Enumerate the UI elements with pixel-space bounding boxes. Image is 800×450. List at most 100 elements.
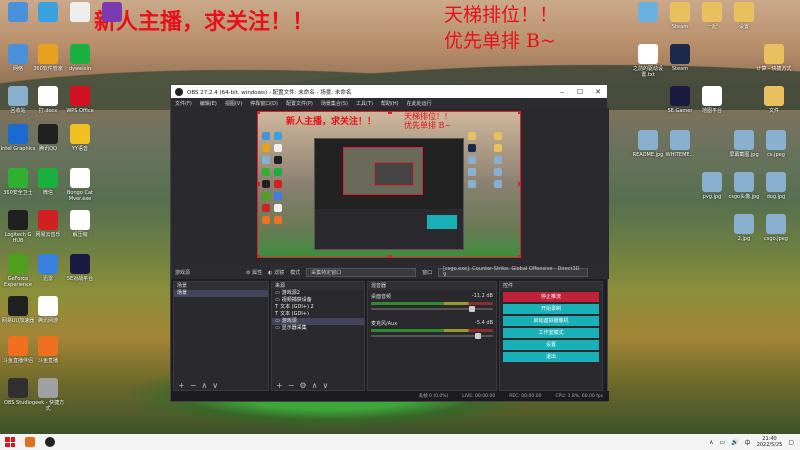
menu-run-here[interactable]: 在此处运行 xyxy=(407,100,432,107)
add-icon[interactable]: + xyxy=(276,381,283,390)
close-icon[interactable]: ✕ xyxy=(589,88,607,96)
source-item[interactable]: ▭ 显示器采集 xyxy=(272,325,364,332)
desktop-icon[interactable]: 计算 - 快捷方式 xyxy=(756,44,792,72)
stream-preview[interactable]: 新人主播，求关注！！ 天梯排位！！ 优先单排 B~ xyxy=(257,111,521,258)
desktop-icon[interactable]: README.jpg xyxy=(630,130,666,158)
desktop-icon[interactable]: 设置 xyxy=(726,2,762,30)
remove-icon[interactable]: − xyxy=(190,381,197,390)
minimize-icon[interactable]: – xyxy=(553,88,571,96)
desktop-icon[interactable]: 微信 xyxy=(30,168,66,196)
menu-view[interactable]: 视图(V) xyxy=(225,100,242,107)
menu-scene-collection[interactable]: 场景集合(S) xyxy=(321,100,348,107)
volume-slider[interactable] xyxy=(371,333,493,339)
source-item[interactable]: T 文本 (GDI+) 2 xyxy=(272,304,364,311)
taskbar-obs-icon[interactable] xyxy=(45,437,55,447)
desktop-icon[interactable]: 腾讯网游 xyxy=(30,296,66,324)
source-item[interactable]: T 文本 (GDI+) xyxy=(272,311,364,318)
menu-edit[interactable]: 编辑(E) xyxy=(200,100,217,107)
desktop-icon[interactable]: 5E对战平台 xyxy=(62,254,98,282)
clock[interactable]: 21:40 2022/5/25 xyxy=(757,436,783,448)
source-item[interactable]: ▭ 游戏源2 xyxy=(272,290,364,297)
up-icon[interactable]: ∧ xyxy=(312,381,318,390)
desktop-icon[interactable]: 地图平台 xyxy=(694,86,730,114)
volume-icon[interactable]: 🔊 xyxy=(731,439,738,446)
desktop-icon[interactable]: geek - 快捷方式 xyxy=(30,378,66,412)
virtual-camera-button[interactable]: 启动虚拟摄像机 xyxy=(503,316,599,326)
obs-titlebar[interactable]: OBS 27.2.4 (64-bit, windows) - 配置文件: 未命名… xyxy=(171,85,607,98)
desktop-icon[interactable]: 打.docx xyxy=(30,86,66,114)
menu-help[interactable]: 帮助(H) xyxy=(381,100,399,107)
mode-select[interactable]: 采集特定窗口 xyxy=(306,267,417,277)
desktop-icon-label: pvg.jpg xyxy=(702,194,722,200)
desktop-icon[interactable]: Steam xyxy=(662,2,698,30)
remove-icon[interactable]: − xyxy=(288,381,295,390)
desktop-icon[interactable]: 网易云音乐 xyxy=(30,210,66,238)
start-button[interactable] xyxy=(5,437,15,447)
menu-profile[interactable]: 配置文件(P) xyxy=(286,100,313,107)
resize-handle[interactable] xyxy=(518,255,520,257)
desktop-icon[interactable] xyxy=(30,2,66,24)
resize-handle[interactable] xyxy=(388,255,392,257)
down-icon[interactable]: ∨ xyxy=(322,381,328,390)
desktop-icon[interactable]: dyweixin xyxy=(62,44,98,72)
obs-window[interactable]: OBS 27.2.4 (64-bit, windows) - 配置文件: 未命名… xyxy=(170,84,609,402)
desktop-icon[interactable]: 屏幕截图.jpg xyxy=(726,130,762,158)
window-select[interactable]: [csgo.exe]: Counter-Strike: Global Offen… xyxy=(438,266,589,278)
input-method[interactable]: 中 xyxy=(745,438,751,447)
desktop-icon[interactable]: cs.jpeg xyxy=(758,130,794,158)
desktop-icon[interactable]: 文件 xyxy=(756,86,792,114)
volume-slider[interactable] xyxy=(371,306,493,312)
resize-handle[interactable] xyxy=(518,182,520,186)
desktop-icon[interactable]: 之前的驱动设置.txt xyxy=(630,44,666,78)
properties-button[interactable]: ⚙ 属性 xyxy=(246,269,262,276)
studio-mode-button[interactable]: 工作室模式 xyxy=(503,328,599,338)
desktop-icon[interactable]: WHITEME... xyxy=(662,130,698,158)
desktop-icon[interactable] xyxy=(94,2,130,24)
exit-button[interactable]: 退出 xyxy=(503,352,599,362)
desktop-icon[interactable]: 2.jpg xyxy=(726,214,762,242)
network-icon[interactable]: ▭ xyxy=(720,439,726,446)
notification-icon[interactable]: ▢ xyxy=(788,439,794,446)
desktop-icon[interactable]: 360软件管家 xyxy=(30,44,66,72)
desktop-icon[interactable]: 迅雷 xyxy=(30,254,66,282)
resize-handle[interactable] xyxy=(258,182,260,186)
desktop-icon[interactable] xyxy=(62,2,98,24)
filters-button[interactable]: ◐ 滤镜 xyxy=(268,269,284,276)
start-recording-button[interactable]: 开始录制 xyxy=(503,304,599,314)
add-icon[interactable]: + xyxy=(178,381,185,390)
desktop-icon[interactable]: pvg.jpg xyxy=(694,172,730,200)
taskbar-app-icon[interactable] xyxy=(25,437,35,447)
desktop-icon[interactable]: csgo.jpeg xyxy=(758,214,794,242)
slider-knob[interactable] xyxy=(468,306,475,312)
source-item[interactable]: ▭ 游戏源 xyxy=(272,318,364,325)
slider-knob[interactable] xyxy=(474,333,481,339)
desktop-icon[interactable]: Bongo Cat Mver.exe xyxy=(62,168,98,202)
desktop-icon[interactable]: dog.jpg xyxy=(758,172,794,200)
desktop-icon[interactable]: 一起 xyxy=(694,2,730,30)
source-item[interactable]: ▭ 视频捕获设备 xyxy=(272,297,364,304)
desktop-icon[interactable]: Steam xyxy=(662,44,698,72)
desktop-icon[interactable] xyxy=(630,2,666,24)
desktop-icon[interactable]: 腾讯QQ xyxy=(30,124,66,152)
down-icon[interactable]: ∨ xyxy=(212,381,218,390)
resize-handle[interactable] xyxy=(258,255,260,257)
menu-file[interactable]: 文件(F) xyxy=(175,100,192,107)
scene-item[interactable]: 场景 xyxy=(174,290,268,297)
maximize-icon[interactable]: ☐ xyxy=(571,88,589,96)
stop-streaming-button[interactable]: 停止推流 xyxy=(503,292,599,302)
menu-docks[interactable]: 停靠窗口(D) xyxy=(250,100,278,107)
gear-icon[interactable]: ⚙ xyxy=(299,381,306,390)
resize-handle[interactable] xyxy=(388,112,392,114)
desktop-icon[interactable]: csgo头像.jpg xyxy=(726,172,762,200)
settings-button[interactable]: 设置 xyxy=(503,340,599,350)
menu-tools[interactable]: 工具(T) xyxy=(356,100,373,107)
desktop-icon[interactable]: YY语音 xyxy=(62,124,98,152)
chevron-up-icon[interactable]: ∧ xyxy=(709,439,713,446)
desktop-icon[interactable]: 5E Gamer xyxy=(662,86,698,114)
desktop-icon[interactable]: 斗鱼直播 xyxy=(30,336,66,364)
resize-handle[interactable] xyxy=(258,112,260,114)
desktop-icon[interactable]: 解压缩 xyxy=(62,210,98,238)
up-icon[interactable]: ∧ xyxy=(201,381,207,390)
desktop-icon[interactable]: WPS Office xyxy=(62,86,98,114)
resize-handle[interactable] xyxy=(518,112,520,114)
